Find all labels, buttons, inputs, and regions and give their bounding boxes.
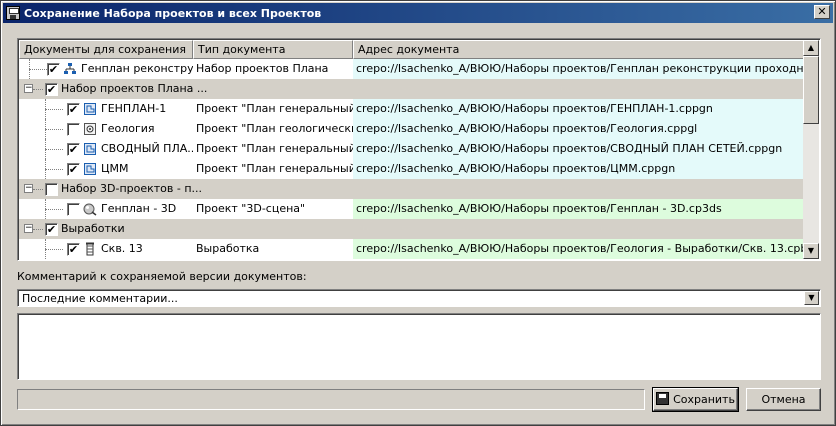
document-checkbox[interactable]: ✔: [67, 143, 80, 156]
save-disk-icon: [6, 6, 20, 20]
plan-project-icon: [83, 162, 97, 176]
collapse-toggle[interactable]: −: [24, 184, 33, 193]
title-bar: Сохранение Набора проектов и всех Проект…: [3, 3, 833, 23]
vertical-scrollbar[interactable]: ▲ ▼: [803, 40, 819, 259]
project-set-icon: [63, 62, 77, 76]
document-name: СВОДНЫЙ ПЛА...: [101, 142, 193, 155]
document-name: ЦММ: [101, 162, 129, 175]
document-checkbox[interactable]: [67, 203, 80, 216]
window-title: Сохранение Набора проектов и всех Проект…: [24, 6, 322, 20]
plan-project-icon: [83, 142, 97, 156]
name-cell: ✔ СВОДНЫЙ ПЛА...: [19, 139, 193, 159]
save-button-label: Сохранить: [673, 393, 735, 406]
group-cell: − ✔ Набор проектов Плана ...: [19, 79, 804, 99]
column-header-documents[interactable]: Документы для сохранения: [19, 40, 193, 59]
group-label: Выработки: [61, 222, 125, 235]
3d-scene-icon: [83, 202, 97, 216]
document-checkbox[interactable]: ✔: [67, 163, 80, 176]
group-cell: − ✔ Выработки: [19, 219, 804, 239]
group-label: Набор проектов Плана ...: [61, 82, 208, 95]
group-checkbox[interactable]: ✔: [45, 83, 58, 96]
table-row[interactable]: ✔ ЦММ Проект "План генеральный" crepo://Isa…: [19, 159, 804, 179]
collapse-toggle[interactable]: −: [24, 84, 33, 93]
document-name: Скв. 13: [101, 242, 143, 255]
document-name: Генплан - 3D: [101, 202, 177, 215]
document-checkbox[interactable]: ✔: [67, 243, 80, 256]
address-cell: crepo://Isachenko_A/ВЮЮ/Наборы проектов/…: [353, 239, 804, 259]
group-label: Набор 3D-проектов - п...: [61, 182, 203, 195]
address-cell: crepo://Isachenko_A/ВЮЮ/Наборы проектов/…: [353, 159, 804, 179]
comment-textarea[interactable]: [17, 313, 821, 380]
geology-project-icon: [83, 122, 97, 136]
group-row[interactable]: − Набор 3D-проектов - п...: [19, 179, 804, 199]
grid-rows: ✔ Генплан реконстру... Набор проектов План…: [19, 59, 804, 259]
table-row[interactable]: ✔ Скв. 13 Выработка crepo://Isachenko_A/ВЮЮ…: [19, 239, 804, 259]
cancel-button[interactable]: Отмена: [746, 388, 821, 411]
column-header-address[interactable]: Адрес документа: [353, 40, 804, 59]
table-row[interactable]: ✔ СВОДНЫЙ ПЛА... Проект "План генеральный"…: [19, 139, 804, 159]
table-row[interactable]: Геология Проект "План геологический" crepo…: [19, 119, 804, 139]
address-cell: crepo://Isachenko_A/ВЮЮ/Наборы проектов/…: [353, 99, 804, 119]
recent-comments-combo[interactable]: Последние комментарии... ▼: [17, 289, 821, 307]
name-cell: ✔ ГЕНПЛАН-1: [19, 99, 193, 119]
table-row[interactable]: ✔ Генплан реконстру... Набор проектов План…: [19, 59, 804, 79]
plan-project-icon: [83, 102, 97, 116]
address-cell: crepo://Isachenko_A/ВЮЮ/Наборы проектов/…: [353, 199, 804, 219]
name-cell: ✔ ЦММ: [19, 159, 193, 179]
address-cell: crepo://Isachenko_A/ВЮЮ/Наборы проектов/…: [353, 59, 804, 79]
address-cell: crepo://Isachenko_A/ВЮЮ/Наборы проектов/…: [353, 139, 804, 159]
table-row[interactable]: Генплан - 3D Проект "3D-сцена" crepo://Isa…: [19, 199, 804, 219]
progress-bar: [17, 389, 645, 410]
close-button[interactable]: ✕: [814, 5, 830, 19]
name-cell: ✔ Генплан реконстру...: [19, 59, 193, 79]
chevron-down-icon[interactable]: ▼: [804, 291, 819, 305]
save-button[interactable]: Сохранить: [652, 387, 739, 412]
comment-label: Комментарий к сохраняемой версии докумен…: [17, 270, 307, 283]
scroll-up-button[interactable]: ▲: [803, 40, 819, 56]
type-cell: Проект "3D-сцена": [196, 202, 306, 215]
name-cell: ✔ Скв. 13: [19, 239, 193, 259]
documents-grid: Документы для сохранения Тип документа А…: [17, 38, 821, 261]
address-cell: crepo://Isachenko_A/ВЮЮ/Наборы проектов/…: [353, 119, 804, 139]
document-checkbox[interactable]: [67, 123, 80, 136]
group-row[interactable]: − ✔ Выработки: [19, 219, 804, 239]
save-dialog: Сохранение Набора проектов и всех Проект…: [0, 0, 836, 426]
borehole-icon: [83, 242, 97, 256]
type-cell: Выработка: [196, 242, 260, 255]
group-row[interactable]: − ✔ Набор проектов Плана ...: [19, 79, 804, 99]
column-header-type[interactable]: Тип документа: [193, 40, 353, 59]
name-cell: Геология: [19, 119, 193, 139]
document-checkbox[interactable]: ✔: [67, 103, 80, 116]
document-name: Геология: [101, 122, 155, 135]
save-disk-icon: [656, 392, 670, 405]
type-cell: Набор проектов Плана: [196, 62, 329, 75]
group-checkbox[interactable]: [45, 183, 58, 196]
type-cell: Проект "План генеральный": [196, 162, 353, 175]
recent-comments-value: Последние комментарии...: [22, 292, 178, 305]
collapse-toggle[interactable]: −: [24, 224, 33, 233]
document-name: ГЕНПЛАН-1: [101, 102, 167, 115]
scroll-down-button[interactable]: ▼: [803, 243, 819, 259]
table-row[interactable]: ✔ ГЕНПЛАН-1 Проект "План генеральный" crepo…: [19, 99, 804, 119]
scroll-thumb[interactable]: [803, 56, 819, 124]
document-checkbox[interactable]: ✔: [47, 63, 60, 76]
type-cell: Проект "План генеральный": [196, 142, 353, 155]
type-cell: Проект "План генеральный": [196, 102, 353, 115]
name-cell: Генплан - 3D: [19, 199, 193, 219]
document-name: Генплан реконстру...: [81, 62, 193, 75]
group-cell: − Набор 3D-проектов - п...: [19, 179, 804, 199]
type-cell: Проект "План геологический": [196, 122, 353, 135]
group-checkbox[interactable]: ✔: [45, 223, 58, 236]
grid-header: Документы для сохранения Тип документа А…: [19, 40, 804, 59]
